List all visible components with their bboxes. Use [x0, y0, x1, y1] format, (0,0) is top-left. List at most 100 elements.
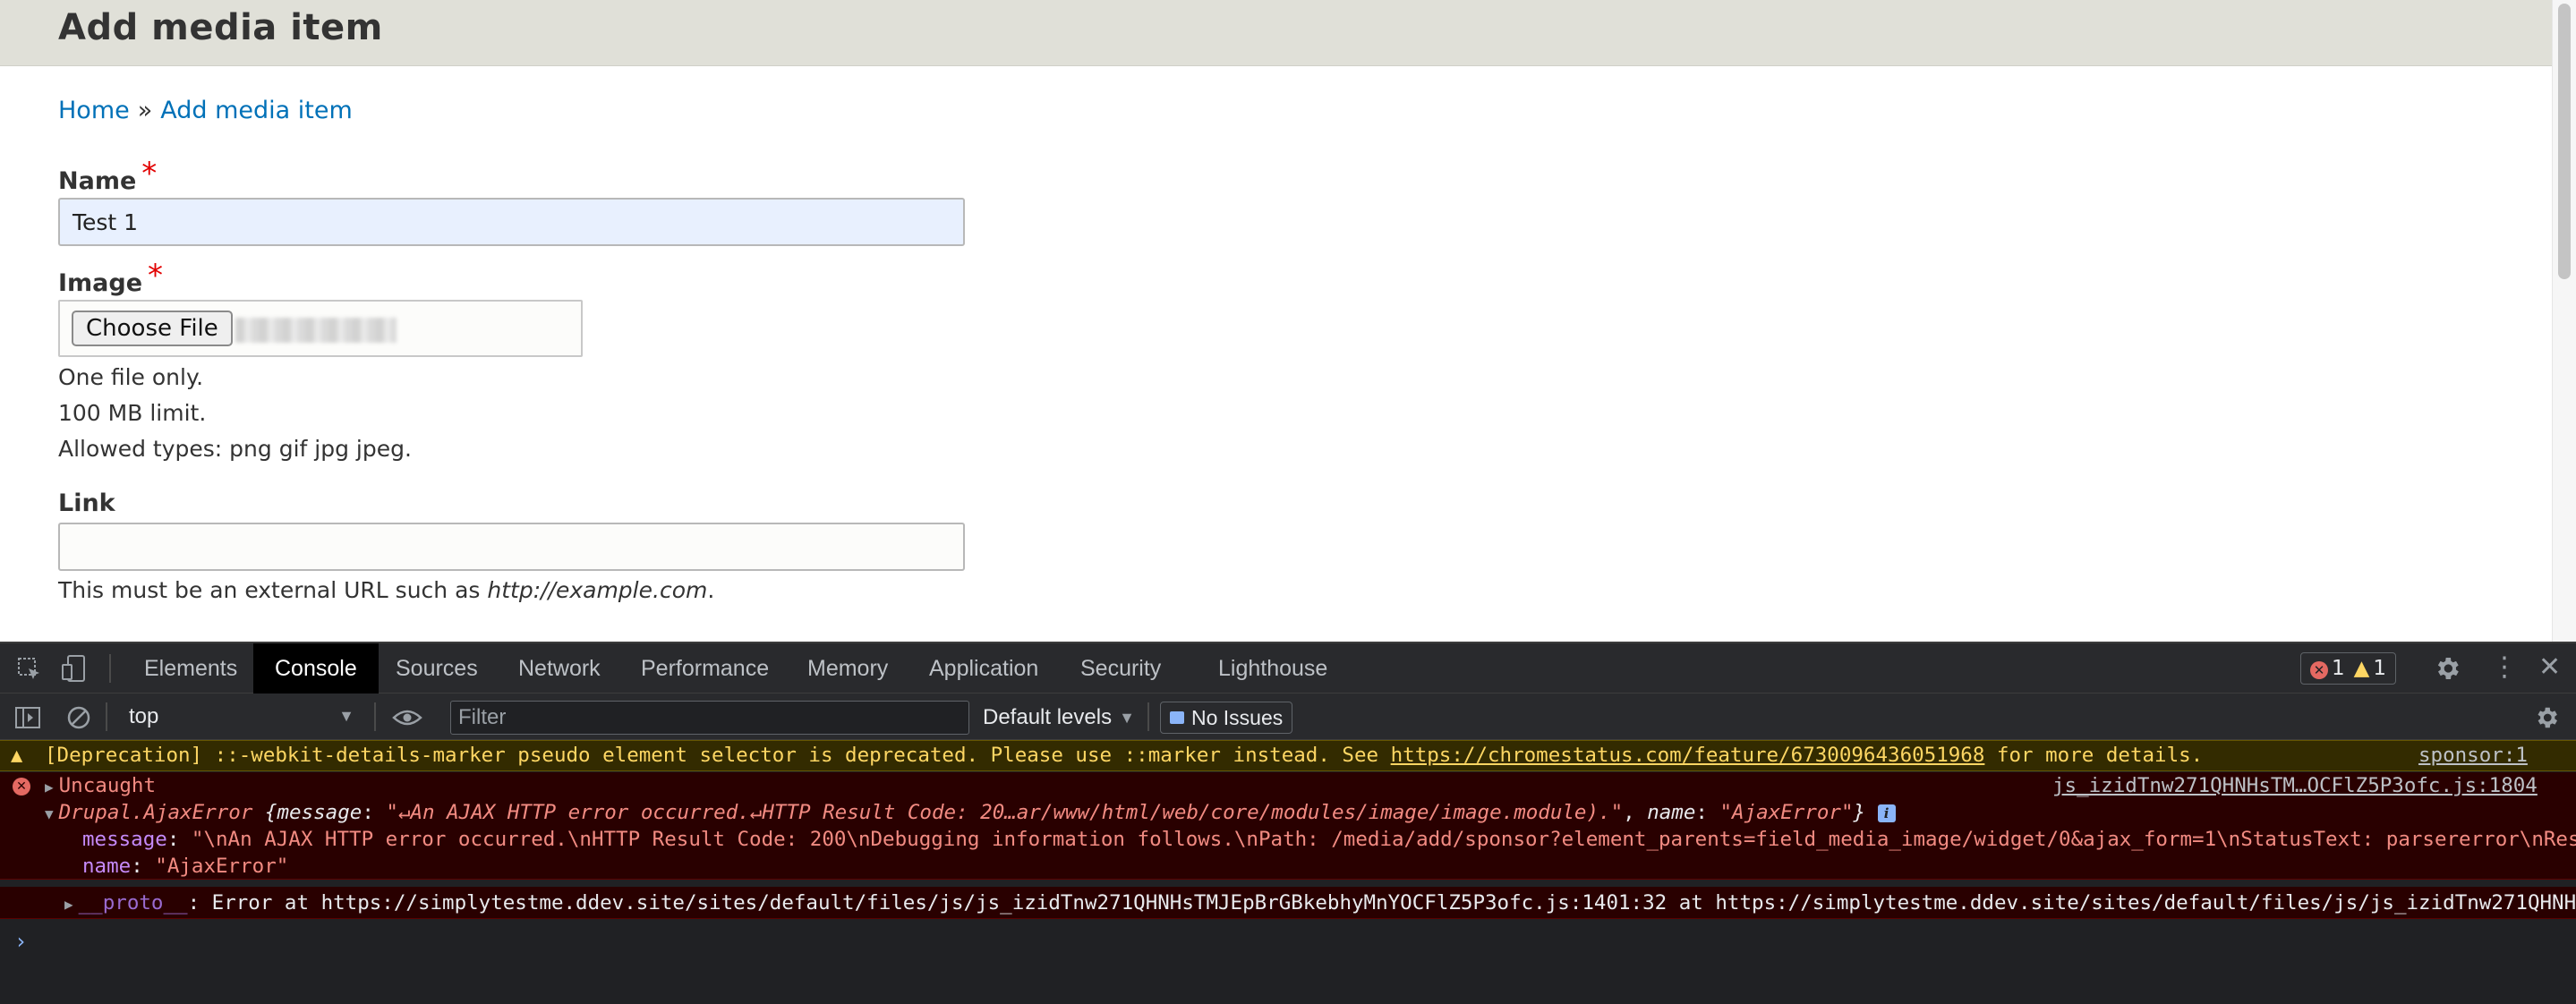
live-expression-eye-icon[interactable]	[392, 708, 422, 727]
dropdown-arrow-icon: ▼	[1119, 708, 1135, 727]
name-input-value: Test 1	[73, 208, 139, 235]
console-settings-gear-icon[interactable]	[2533, 704, 2560, 731]
summary-key-name: name	[1647, 801, 1696, 824]
name-label-text: Name	[58, 167, 137, 195]
breadcrumb-home-link[interactable]: Home	[58, 97, 130, 124]
colon: :	[187, 891, 212, 915]
info-icon[interactable]: i	[1877, 804, 1896, 822]
more-options-icon[interactable]: ⋮	[2491, 654, 2518, 681]
console-toolbar: top ▼ Filter Default levels ▼ No Issues	[0, 693, 2576, 740]
devtools-panel: Elements Console Sources Network Perform…	[0, 642, 2576, 1004]
comma: ,	[1623, 801, 1648, 824]
tab-performance[interactable]: Performance	[619, 643, 790, 693]
link-help-example: http://example.com	[487, 577, 708, 603]
colon: :	[1695, 801, 1720, 824]
brace-open: {	[252, 801, 277, 824]
error-icon: ✕	[2310, 661, 2328, 679]
warning-icon: ▲	[2353, 657, 2370, 680]
device-toolbar-icon[interactable]	[61, 654, 88, 683]
tab-application[interactable]: Application	[908, 643, 1060, 693]
summary-message-value: "↵An AJAX HTTP error occurred.↵HTTP Resu…	[386, 801, 1624, 824]
required-marker: *	[141, 156, 158, 191]
error-icon: ✕	[13, 778, 30, 796]
property-proto-value: Error at https://simplytestme.ddev.site/…	[211, 891, 2576, 915]
settings-gear-icon[interactable]	[2433, 654, 2461, 683]
name-input[interactable]: Test 1	[58, 198, 965, 246]
page-title: Add media item	[58, 7, 383, 48]
page-scrollbar[interactable]	[2552, 0, 2576, 642]
clear-console-icon[interactable]	[66, 705, 91, 730]
error-object-name: Drupal.AjaxError	[58, 801, 253, 824]
console-prompt-icon[interactable]: ›	[14, 929, 27, 954]
tab-sources[interactable]: Sources	[374, 643, 499, 693]
error-object-row[interactable]: ▼ Drupal.AjaxError {message: "↵An AJAX HT…	[0, 799, 2576, 826]
colon: :	[166, 828, 192, 851]
issue-counts-badge[interactable]: ✕ 1 ▲ 1	[2300, 652, 2396, 685]
property-key-proto: __proto__	[78, 891, 188, 915]
breadcrumb: Home » Add media item	[58, 97, 353, 124]
image-label-text: Image	[58, 269, 143, 297]
image-help-files: One file only.	[58, 364, 204, 390]
image-help-size: 100 MB limit.	[58, 400, 207, 426]
property-key-message: message	[82, 828, 167, 851]
link-help: This must be an external URL such as htt…	[58, 577, 714, 603]
toolbar-divider	[106, 702, 107, 731]
dropdown-arrow-icon: ▼	[338, 707, 354, 725]
tab-network[interactable]: Network	[497, 643, 622, 693]
error-proto-property[interactable]: ▶ __proto__: Error at https://simplytestm…	[0, 887, 2576, 919]
page-header: Add media item	[0, 0, 2552, 66]
tab-memory[interactable]: Memory	[786, 643, 909, 693]
console-filter-input[interactable]: Filter	[450, 701, 969, 735]
property-key-name: name	[82, 855, 132, 878]
issues-button[interactable]: No Issues	[1160, 702, 1293, 734]
property-message-value: "\nAn AJAX HTTP error occurred.\nHTTP Re…	[191, 828, 2576, 851]
image-help-types: Allowed types: png gif jpg jpeg.	[58, 436, 412, 462]
error-name-property: name: "AjaxError"	[0, 853, 2576, 880]
console-error-message: ✕ ▶ Uncaught js_izidTnw271QHNHsTM…OCFlZ5P…	[0, 772, 2576, 880]
warning-source-link[interactable]: sponsor:1	[2418, 741, 2528, 770]
issues-icon	[1170, 711, 1184, 724]
scrollbar-thumb[interactable]	[2558, 4, 2571, 279]
name-label: Name *	[58, 156, 157, 197]
log-levels-dropdown[interactable]: Default levels ▼	[983, 702, 1135, 733]
error-source-link[interactable]: js_izidTnw271QHNHsTM…OCFlZ5P3ofc.js:1804	[2052, 772, 2538, 799]
required-marker: *	[148, 258, 164, 294]
error-count-text: 1	[2332, 657, 2345, 680]
collapse-triangle-icon[interactable]: ▼	[45, 805, 54, 822]
error-header: ▶ Uncaught	[45, 772, 156, 799]
link-input[interactable]	[58, 523, 965, 571]
devtools-tabbar: Elements Console Sources Network Perform…	[0, 643, 2576, 693]
tab-console[interactable]: Console	[253, 643, 379, 693]
blurred-filename	[235, 318, 397, 343]
warning-link[interactable]: https://chromestatus.com/feature/6730096…	[1391, 744, 1985, 767]
close-devtools-icon[interactable]: ✕	[2538, 654, 2561, 681]
link-label: Link	[58, 489, 115, 517]
toolbar-divider	[109, 654, 111, 683]
expand-triangle-icon[interactable]: ▶	[45, 779, 54, 796]
error-label: Uncaught	[58, 774, 157, 797]
inspect-element-icon[interactable]	[16, 656, 43, 683]
filter-placeholder: Filter	[458, 705, 507, 729]
tab-security[interactable]: Security	[1059, 643, 1182, 693]
warning-text-before: [Deprecation] ::-webkit-details-marker p…	[45, 744, 1391, 767]
error-header-row[interactable]: ✕ ▶ Uncaught js_izidTnw271QHNHsTM…OCFlZ5P…	[0, 772, 2576, 799]
error-count: ✕ 1	[2310, 657, 2345, 680]
brace-close: }	[1853, 801, 1878, 824]
colon: :	[131, 855, 156, 878]
choose-file-button[interactable]: Choose File	[72, 311, 233, 346]
context-value: top	[129, 704, 159, 728]
breadcrumb-current-link[interactable]: Add media item	[160, 97, 353, 124]
image-file-input[interactable]: Choose File	[58, 300, 583, 357]
sidebar-toggle-icon[interactable]	[14, 706, 41, 729]
tab-elements[interactable]: Elements	[123, 643, 259, 693]
warning-count: ▲ 1	[2354, 657, 2386, 680]
toolbar-divider	[374, 702, 376, 731]
colon: :	[362, 801, 387, 824]
expand-triangle-icon[interactable]: ▶	[64, 896, 73, 913]
link-help-suffix: .	[707, 577, 715, 603]
property-name-value: "AjaxError"	[155, 855, 289, 878]
context-selector[interactable]: top ▼	[118, 702, 360, 732]
summary-key-message: message	[277, 801, 363, 824]
log-levels-label: Default levels	[983, 705, 1113, 729]
tab-lighthouse[interactable]: Lighthouse	[1197, 643, 1349, 693]
